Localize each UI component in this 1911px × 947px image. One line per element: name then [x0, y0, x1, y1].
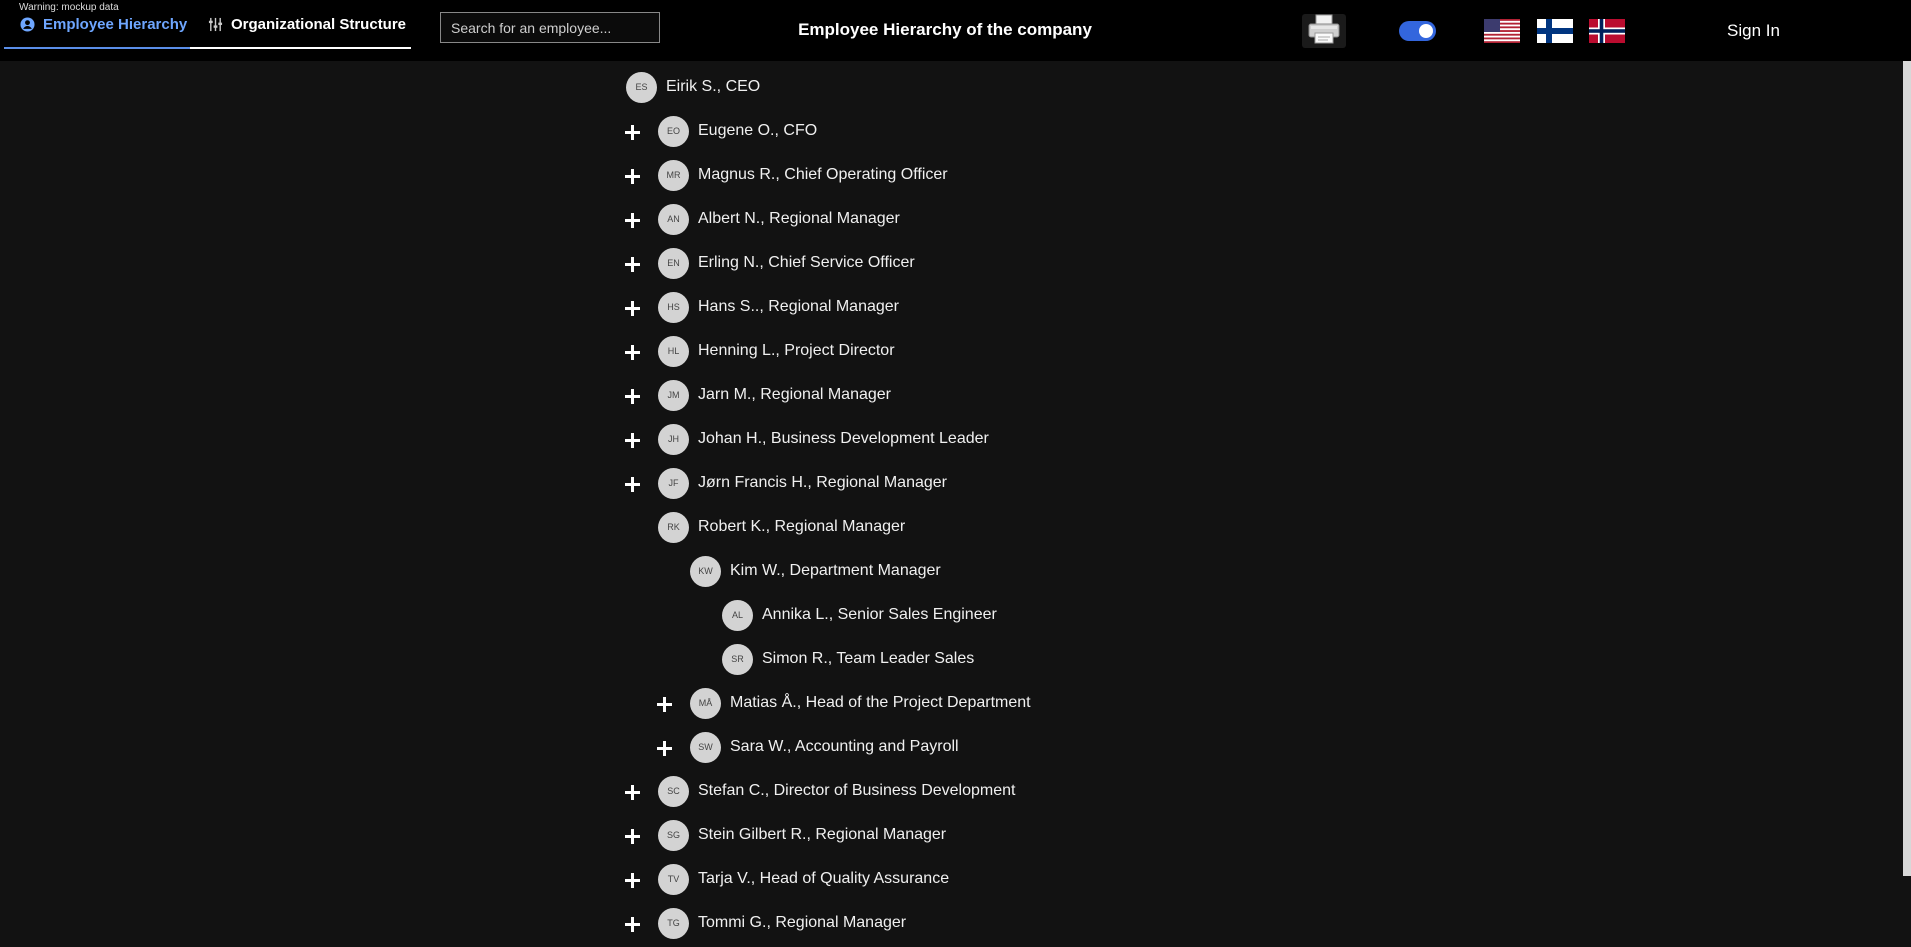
avatar: TV [658, 863, 689, 895]
employee-row[interactable]: JH Johan H., Business Development Leader [625, 423, 989, 455]
avatar: RK [658, 511, 689, 543]
employee-row[interactable]: SC Stefan C., Director of Business Develo… [625, 775, 1015, 807]
top-bar: Warning: mockup data Employee Hierarchy … [0, 0, 1911, 61]
employee-name-label[interactable]: Stefan C., Director of Business Developm… [698, 782, 1015, 800]
avatar: AN [658, 203, 689, 235]
search-input[interactable] [440, 12, 660, 43]
avatar: KW [690, 555, 721, 587]
employee-name-label[interactable]: Jarn M., Regional Manager [698, 386, 891, 404]
account-circle-icon [19, 17, 35, 33]
employee-name-label[interactable]: Robert K., Regional Manager [698, 518, 905, 536]
employee-name-label[interactable]: Annika L., Senior Sales Engineer [762, 606, 997, 624]
expand-plus-icon[interactable] [656, 740, 672, 756]
avatar: HL [658, 335, 689, 367]
expand-plus-icon[interactable] [624, 212, 640, 228]
tab-employee-hierarchy[interactable]: Employee Hierarchy [4, 0, 190, 49]
toggle-knob [1419, 24, 1433, 38]
employee-row[interactable]: HS Hans S.., Regional Manager [625, 291, 899, 323]
employee-row[interactable]: JF Jørn Francis H., Regional Manager [625, 467, 947, 499]
tab-employee-hierarchy-label: Employee Hierarchy [43, 16, 188, 33]
expand-plus-icon[interactable] [624, 344, 640, 360]
employee-row[interactable]: RK Robert K., Regional Manager [658, 511, 905, 543]
employee-name-label[interactable]: Henning L., Project Director [698, 342, 895, 360]
avatar: AL [722, 599, 753, 631]
avatar: HS [658, 291, 689, 323]
employee-row[interactable]: EO Eugene O., CFO [625, 115, 817, 147]
avatar: MR [658, 159, 689, 191]
employee-row[interactable]: EN Erling N., Chief Service Officer [625, 247, 915, 279]
language-norwegian[interactable] [1589, 19, 1625, 43]
avatar: MÅ [690, 687, 721, 719]
expand-plus-icon[interactable] [624, 872, 640, 888]
employee-name-label[interactable]: Tommi G., Regional Manager [698, 914, 906, 932]
employee-row[interactable]: SR Simon R., Team Leader Sales [722, 643, 974, 675]
expand-plus-icon[interactable] [624, 388, 640, 404]
avatar: EN [658, 247, 689, 279]
employee-name-label[interactable]: Eugene O., CFO [698, 122, 817, 140]
employee-row[interactable]: TG Tommi G., Regional Manager [625, 907, 906, 939]
employee-name-label[interactable]: Simon R., Team Leader Sales [762, 650, 974, 668]
norwegian-flag-icon [1589, 19, 1625, 47]
finnish-flag-icon [1537, 19, 1573, 47]
avatar: TG [658, 907, 689, 939]
english-flag-icon [1484, 19, 1520, 47]
employee-row[interactable]: ES Eirik S., CEO [626, 71, 760, 103]
employee-row[interactable]: MÅ Matias Å., Head of the Project Departm… [657, 687, 1031, 719]
expand-plus-icon[interactable] [624, 124, 640, 140]
tab-organizational-structure[interactable]: Organizational Structure [190, 0, 411, 49]
page-title: Employee Hierarchy of the company [798, 20, 1092, 39]
employee-row[interactable]: SW Sara W., Accounting and Payroll [657, 731, 959, 763]
employee-name-label[interactable]: Stein Gilbert R., Regional Manager [698, 826, 946, 844]
language-english[interactable] [1484, 19, 1520, 43]
expand-plus-icon[interactable] [624, 916, 640, 932]
expand-plus-icon[interactable] [656, 696, 672, 712]
avatar: ES [626, 71, 657, 103]
avatar: SW [690, 731, 721, 763]
employee-name-label[interactable]: Jørn Francis H., Regional Manager [698, 474, 947, 492]
avatar: JM [658, 379, 689, 411]
avatar: JF [658, 467, 689, 499]
active-tab-indicator [4, 47, 190, 49]
print-button[interactable] [1302, 14, 1346, 48]
employee-row[interactable]: JM Jarn M., Regional Manager [625, 379, 891, 411]
language-finnish[interactable] [1537, 19, 1573, 43]
employee-row[interactable]: AN Albert N., Regional Manager [625, 203, 900, 235]
expand-plus-icon[interactable] [624, 432, 640, 448]
employee-name-label[interactable]: Sara W., Accounting and Payroll [730, 738, 959, 756]
avatar: EO [658, 115, 689, 147]
employee-row[interactable]: KW Kim W., Department Manager [690, 555, 941, 587]
employee-row[interactable]: SG Stein Gilbert R., Regional Manager [625, 819, 946, 851]
scrollbar[interactable] [1903, 61, 1911, 876]
employee-row[interactable]: TV Tarja V., Head of Quality Assurance [625, 863, 949, 895]
sign-in-button[interactable]: Sign In [1727, 21, 1780, 41]
employee-row[interactable]: MR Magnus R., Chief Operating Officer [625, 159, 948, 191]
employee-name-label[interactable]: Albert N., Regional Manager [698, 210, 900, 228]
employee-name-label[interactable]: Erling N., Chief Service Officer [698, 254, 915, 272]
expand-plus-icon[interactable] [624, 256, 640, 272]
theme-toggle[interactable] [1399, 21, 1436, 41]
tune-sliders-icon [207, 17, 223, 33]
avatar: JH [658, 423, 689, 455]
employee-name-label[interactable]: Kim W., Department Manager [730, 562, 941, 580]
employee-name-label[interactable]: Tarja V., Head of Quality Assurance [698, 870, 949, 888]
expand-plus-icon[interactable] [624, 168, 640, 184]
employee-row[interactable]: HL Henning L., Project Director [625, 335, 895, 367]
expand-plus-icon[interactable] [624, 300, 640, 316]
tab-organizational-structure-label: Organizational Structure [231, 16, 407, 33]
employee-name-label[interactable]: Eirik S., CEO [666, 78, 760, 96]
expand-plus-icon[interactable] [624, 784, 640, 800]
employee-name-label[interactable]: Magnus R., Chief Operating Officer [698, 166, 948, 184]
avatar: SG [658, 819, 689, 851]
employee-name-label[interactable]: Matias Å., Head of the Project Departmen… [730, 694, 1031, 712]
tab-underline [190, 47, 411, 49]
employee-name-label[interactable]: Hans S.., Regional Manager [698, 298, 899, 316]
avatar: SC [658, 775, 689, 807]
employee-name-label[interactable]: Johan H., Business Development Leader [698, 430, 989, 448]
expand-plus-icon[interactable] [624, 828, 640, 844]
avatar: SR [722, 643, 753, 675]
printer-icon [1307, 14, 1341, 49]
employee-row[interactable]: AL Annika L., Senior Sales Engineer [722, 599, 997, 631]
expand-plus-icon[interactable] [624, 476, 640, 492]
